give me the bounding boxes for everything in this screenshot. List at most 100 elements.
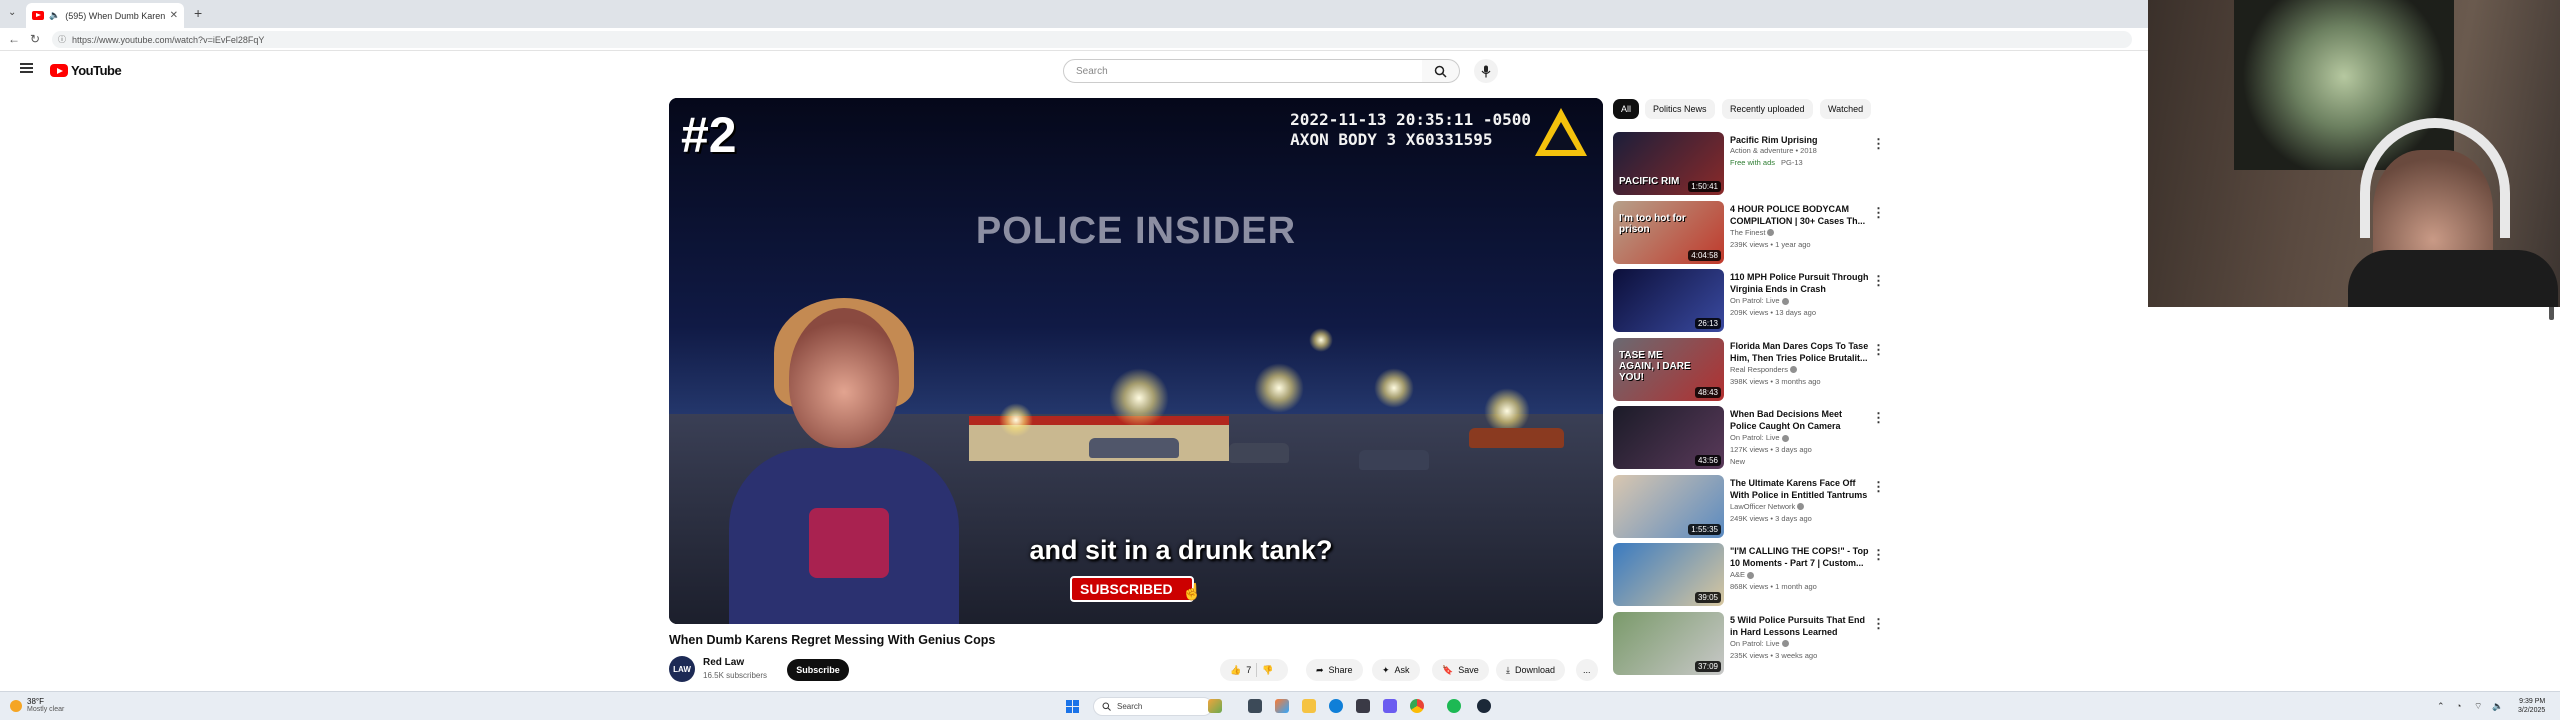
- file-explorer-icon[interactable]: [1302, 699, 1316, 713]
- taskbar-search-box[interactable]: Search: [1093, 697, 1213, 716]
- more-options-icon[interactable]: ⋮: [1872, 136, 1885, 152]
- recommendation-item[interactable]: I'm too hot for prison 4:04:58 4 HOUR POLI…: [1613, 200, 1893, 265]
- recommendation-channel[interactable]: On Patrol: Live: [1730, 639, 1789, 648]
- youtube-logo[interactable]: YouTube: [50, 63, 122, 78]
- chip-all[interactable]: All: [1613, 99, 1640, 119]
- recommendation-meta: 249K views • 3 days ago: [1730, 513, 1812, 523]
- tray-wifi-icon[interactable]: ⌔: [2474, 701, 2482, 712]
- recommendation-item[interactable]: 39:05 "I'M CALLING THE COPS!" - Top 10 Mo…: [1613, 543, 1893, 607]
- start-menu-button[interactable]: [1066, 700, 1079, 713]
- recommendation-item[interactable]: 1:55:35 The Ultimate Karens Face Off With…: [1613, 474, 1893, 539]
- download-button[interactable]: ⤓ Download: [1496, 659, 1566, 681]
- more-options-icon[interactable]: ⋮: [1872, 410, 1885, 426]
- recommendation-thumbnail[interactable]: 43:56: [1613, 406, 1724, 469]
- recommendation-item[interactable]: 37:09 5 Wild Police Pursuits That End in …: [1613, 611, 1893, 676]
- recommendation-item[interactable]: TASE ME AGAIN, I DARE YOU! 48:43 Florida M…: [1613, 337, 1893, 402]
- share-label: Share: [1328, 665, 1353, 675]
- recommendation-thumbnail[interactable]: TASE ME AGAIN, I DARE YOU! 48:43: [1613, 337, 1724, 401]
- tab-list-chevron-icon[interactable]: ⌄: [8, 7, 16, 18]
- recommendation-title[interactable]: The Ultimate Karens Face Off With Police…: [1730, 477, 1870, 501]
- new-tab-button[interactable]: +: [194, 6, 202, 20]
- recommendation-title[interactable]: When Bad Decisions Meet Police Caught On…: [1730, 408, 1870, 432]
- share-button[interactable]: ➦ Share: [1306, 659, 1363, 681]
- recommendation-channel[interactable]: A&E: [1730, 570, 1755, 579]
- video-duration: 39:05: [1694, 592, 1721, 603]
- taskbar-widget-icon[interactable]: [1208, 699, 1222, 713]
- windows-taskbar: 38°F Mostly clear Search ⌃ ◔ ⌔ 🔈 9:39 PM…: [0, 691, 2560, 720]
- chip-recently-uploaded[interactable]: Recently uploaded: [1722, 99, 1813, 119]
- browser-tab-youtube[interactable]: 🔈 (595) When Dumb Karens Re ✕: [26, 3, 184, 28]
- subscribe-button[interactable]: Subscribe: [787, 659, 849, 681]
- ask-button[interactable]: ✦ Ask: [1372, 659, 1420, 681]
- search-button[interactable]: [1422, 59, 1460, 83]
- weather-icon: [10, 700, 22, 712]
- webcam-overlay: [2148, 0, 2560, 307]
- store-icon[interactable]: [1356, 699, 1370, 713]
- task-view-icon[interactable]: [1248, 699, 1262, 713]
- recommendation-channel[interactable]: On Patrol: Live: [1730, 433, 1789, 442]
- more-options-icon[interactable]: ⋮: [1872, 205, 1885, 221]
- recommendation-channel-name: Real Responders: [1730, 364, 1788, 374]
- weather-widget[interactable]: 38°F Mostly clear: [10, 698, 64, 714]
- site-info-icon[interactable]: ⓘ: [58, 34, 66, 45]
- hamburger-menu-icon[interactable]: [20, 63, 33, 73]
- channel-name-link[interactable]: Red Law: [703, 657, 744, 668]
- more-options-icon[interactable]: ⋮: [1872, 342, 1885, 358]
- recommendation-item[interactable]: 26:13 110 MPH Police Pursuit Through Virg…: [1613, 269, 1893, 333]
- recommendation-channel[interactable]: LawOfficer Network: [1730, 502, 1805, 511]
- copilot-icon[interactable]: [1275, 699, 1289, 713]
- more-options-icon[interactable]: ⋮: [1872, 547, 1885, 563]
- recommendation-item[interactable]: 43:56 When Bad Decisions Meet Police Caug…: [1613, 406, 1893, 470]
- taskbar-clock[interactable]: 9:39 PM 3/2/2025: [2518, 697, 2545, 715]
- reload-icon[interactable]: ↻: [30, 32, 40, 46]
- recommendation-title[interactable]: 110 MPH Police Pursuit Through Virginia …: [1730, 271, 1870, 295]
- search-input[interactable]: Search: [1063, 59, 1423, 83]
- steam-icon[interactable]: [1477, 699, 1491, 713]
- speaker-icon[interactable]: 🔈: [49, 10, 60, 21]
- back-arrow-icon[interactable]: ←: [8, 32, 20, 46]
- more-options-icon[interactable]: ⋮: [1872, 479, 1885, 495]
- close-tab-icon[interactable]: ✕: [170, 10, 178, 21]
- recommendation-thumbnail[interactable]: 39:05: [1613, 543, 1724, 606]
- chrome-icon[interactable]: [1410, 699, 1424, 713]
- save-button[interactable]: 🔖 Save: [1432, 659, 1489, 681]
- chip-watched[interactable]: Watched: [1820, 99, 1872, 119]
- like-count[interactable]: 7: [1246, 665, 1251, 675]
- like-icon[interactable]: 👍: [1230, 665, 1241, 676]
- recommendation-meta: 127K views • 3 days ago: [1730, 445, 1812, 454]
- recommendation-title[interactable]: 4 HOUR POLICE BODYCAM COMPILATION | 30+ …: [1730, 203, 1870, 227]
- recommendation-thumbnail[interactable]: 37:09: [1613, 611, 1724, 675]
- recommendation-title[interactable]: "I'M CALLING THE COPS!" - Top 10 Moments…: [1730, 545, 1870, 569]
- recommendation-title[interactable]: Pacific Rim Uprising: [1730, 134, 1870, 146]
- recommendation-thumbnail[interactable]: 26:13: [1613, 269, 1724, 332]
- channel-avatar[interactable]: LAW: [669, 656, 695, 682]
- voice-search-button[interactable]: [1474, 59, 1498, 83]
- more-actions-button[interactable]: ...: [1576, 659, 1598, 681]
- recommendation-title[interactable]: Florida Man Dares Cops To Tase Him, Then…: [1730, 340, 1870, 364]
- edge-browser-icon[interactable]: [1329, 699, 1343, 713]
- dislike-icon[interactable]: 👎: [1262, 665, 1273, 676]
- recommendation-channel[interactable]: On Patrol: Live: [1730, 296, 1789, 305]
- recommendation-title[interactable]: 5 Wild Police Pursuits That End in Hard …: [1730, 614, 1870, 638]
- spotify-icon[interactable]: [1447, 699, 1461, 713]
- recommendation-channel[interactable]: Action & adventure • 2018: [1730, 146, 1817, 155]
- recommendation-thumbnail[interactable]: 1:55:35: [1613, 474, 1724, 538]
- save-label: Save: [1458, 665, 1479, 675]
- more-options-icon[interactable]: ⋮: [1872, 616, 1885, 632]
- like-dislike-group: 👍 7 👎: [1220, 659, 1288, 681]
- channel-watermark: POLICE INSIDER: [975, 210, 1297, 252]
- video-player[interactable]: #2 2022-11-13 20:35:11 -0500 AXON BODY 3…: [669, 98, 1603, 624]
- recommendation-channel[interactable]: The Finest: [1730, 228, 1775, 237]
- recommendation-thumbnail[interactable]: I'm too hot for prison 4:04:58: [1613, 200, 1724, 264]
- more-options-icon[interactable]: ⋮: [1872, 273, 1885, 289]
- tray-volume-icon[interactable]: 🔈: [2492, 701, 2503, 712]
- video-title: When Dumb Karens Regret Messing With Gen…: [669, 633, 996, 647]
- url-field[interactable]: ⓘ https://www.youtube.com/watch?v=iEvFel…: [52, 31, 2132, 48]
- recommendation-thumbnail[interactable]: PACIFIC RIM 1:50:41: [1613, 132, 1724, 195]
- recommendation-item[interactable]: PACIFIC RIM 1:50:41 Pacific Rim Uprising Ac…: [1613, 132, 1893, 196]
- chip-politics-news[interactable]: Politics News: [1645, 99, 1715, 119]
- tray-overflow-chevron-icon[interactable]: ⌃: [2437, 701, 2445, 712]
- recommendation-channel[interactable]: Real Responders: [1730, 365, 1797, 374]
- tray-notification-icon[interactable]: ◔: [2456, 701, 2461, 711]
- discord-icon[interactable]: [1383, 699, 1397, 713]
